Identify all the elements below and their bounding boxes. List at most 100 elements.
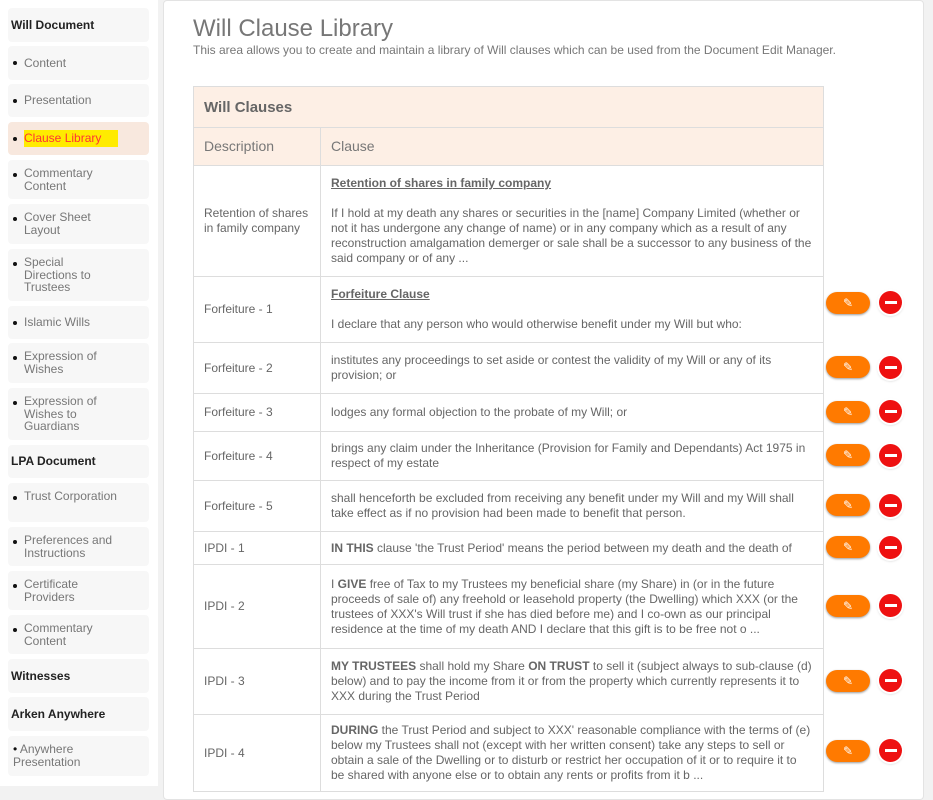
clause-text: shall hold my Share [416, 659, 529, 673]
clause-text: MY TRUSTEES [331, 659, 417, 673]
row-clause: shall henceforth be excluded from receiv… [320, 480, 824, 532]
row-actions: ✎ [826, 291, 902, 314]
clause-text: ON TRUST [528, 659, 590, 673]
row-actions: ✎ [826, 400, 902, 423]
row-description: IPDI - 2 [193, 564, 321, 649]
delete-button[interactable] [879, 493, 902, 517]
row-actions: ✎ [826, 493, 902, 517]
clause-text: institutes any proceedings to set aside … [331, 353, 772, 382]
pencil-icon: ✎ [842, 498, 854, 512]
sidebar-item[interactable]: Expression of Wishes [8, 343, 149, 383]
sidebar-item[interactable]: Commentary Content [8, 160, 149, 199]
table-title: Will Clauses [193, 86, 824, 128]
delete-button[interactable] [879, 669, 902, 692]
sidebar-item[interactable]: Preferences and Instructions [8, 527, 149, 566]
minus-icon [884, 301, 897, 304]
delete-button[interactable] [879, 535, 902, 559]
sidebar-item-label: Expression of Wishes [24, 349, 97, 376]
sidebar-item-label: Clause Library [24, 130, 118, 147]
minus-icon [884, 749, 897, 752]
sidebar-item[interactable]: Content [8, 46, 149, 80]
row-actions: ✎ [826, 594, 902, 617]
pencil-icon: ✎ [842, 673, 854, 688]
edit-button[interactable]: ✎ [826, 739, 870, 762]
sidebar-item[interactable]: Trust Corporation [8, 483, 149, 522]
clause-text: the Trust Period and subject to XXX' rea… [331, 723, 811, 782]
row-description: Forfeiture - 5 [193, 480, 321, 532]
sidebar-section[interactable]: LPA Document [8, 445, 149, 478]
sidebar-item-label: Expression of Wishes to Guardians [24, 394, 97, 433]
bullet-icon [13, 356, 17, 360]
sidebar-item[interactable]: Certificate Providers [8, 571, 149, 610]
pencil-icon: ✎ [842, 598, 854, 613]
sidebar-section[interactable]: Arken Anywhere [8, 697, 149, 731]
bullet-icon [13, 217, 17, 221]
table-row: Forfeiture - 2 institutes any proceedings… [193, 342, 824, 394]
row-clause: lodges any formal objection to the proba… [320, 393, 824, 432]
delete-button[interactable] [879, 594, 902, 617]
bullet-icon: • [13, 742, 20, 756]
row-description: Forfeiture - 1 [193, 276, 321, 343]
bullet-icon [13, 584, 17, 588]
sidebar-item-label: Commentary Content [24, 621, 93, 648]
bullet-icon [13, 136, 17, 141]
page-title: Will Clause Library [193, 15, 394, 42]
bullet-icon [13, 628, 17, 632]
delete-button[interactable] [879, 739, 902, 762]
bullet-icon [13, 401, 17, 405]
sidebar-item[interactable]: Presentation [8, 84, 149, 117]
sidebar-item[interactable]: Cover Sheet Layout [8, 204, 149, 244]
sidebar-item[interactable]: • Anywhere Presentation [8, 736, 149, 776]
column-header-clause: Clause [320, 127, 824, 166]
row-actions: ✎ [826, 739, 902, 762]
sidebar-section[interactable]: Will Document [8, 8, 149, 42]
sidebar-item-label: Trust Corporation [24, 489, 117, 503]
minus-icon [884, 503, 897, 507]
page-intro: This area allows you to create and maint… [193, 43, 836, 57]
sidebar-item[interactable]: Commentary Content [8, 615, 149, 654]
edit-button[interactable]: ✎ [826, 669, 870, 692]
table-row: IPDI - 2I GIVE free of Tax to my Trustee… [193, 564, 824, 649]
minus-icon [884, 604, 897, 607]
sidebar-item-label: LPA Document [11, 454, 96, 469]
edit-button[interactable]: ✎ [826, 356, 870, 378]
pencil-icon: ✎ [842, 540, 854, 554]
clause-text: lodges any formal objection to the proba… [331, 405, 628, 419]
row-description: Forfeiture - 2 [193, 342, 321, 394]
edit-button[interactable]: ✎ [826, 494, 870, 516]
delete-button[interactable] [879, 400, 902, 423]
clause-text: DURING [331, 723, 379, 737]
row-clause: DURING the Trust Period and subject to X… [320, 714, 824, 792]
row-description: IPDI - 4 [193, 714, 321, 792]
sidebar-item[interactable]: Special Directions to Trustees [8, 249, 149, 301]
minus-icon [884, 679, 897, 682]
edit-button[interactable]: ✎ [826, 400, 870, 423]
clause-text: IN THIS [331, 540, 374, 555]
delete-button[interactable] [879, 291, 902, 314]
delete-button[interactable] [879, 443, 902, 467]
table-row: Forfeiture - 3 lodges any formal objectio… [193, 393, 824, 432]
delete-button[interactable] [879, 355, 902, 379]
sidebar-item-label: Commentary Content [24, 166, 93, 193]
edit-button[interactable]: ✎ [826, 291, 870, 314]
row-description: Forfeiture - 4 [193, 431, 321, 481]
edit-button[interactable]: ✎ [826, 594, 870, 617]
clause-text: clause 'the Trust Period' means the peri… [373, 540, 792, 555]
minus-icon [884, 365, 897, 369]
edit-button[interactable]: ✎ [826, 536, 870, 558]
clause-text: shall henceforth be excluded from receiv… [331, 491, 794, 520]
sidebar-item-label: • Anywhere Presentation [13, 742, 81, 769]
row-clause: Forfeiture Clause I declare that any pers… [320, 276, 824, 343]
sidebar-item[interactable]: Islamic Wills [8, 306, 149, 339]
edit-button[interactable]: ✎ [826, 444, 870, 466]
sidebar-section[interactable]: Witnesses [8, 659, 149, 693]
table-row: Forfeiture - 4 brings any claim under the… [193, 431, 824, 481]
table-row: IPDI - 3 MY TRUSTEES shall hold my Share … [193, 648, 824, 715]
sidebar-item[interactable]: Expression of Wishes to Guardians [8, 388, 149, 440]
clause-text: free of Tax to my Trustees my beneficial… [331, 576, 798, 636]
table-row: Forfeiture - 5 shall henceforth be exclud… [193, 480, 824, 532]
sidebar-item[interactable]: Clause Library [8, 122, 149, 155]
pencil-icon: ✎ [842, 448, 854, 462]
sidebar: Will Document Content Presentation Clause L… [0, 0, 158, 786]
bullet-icon [13, 540, 17, 544]
